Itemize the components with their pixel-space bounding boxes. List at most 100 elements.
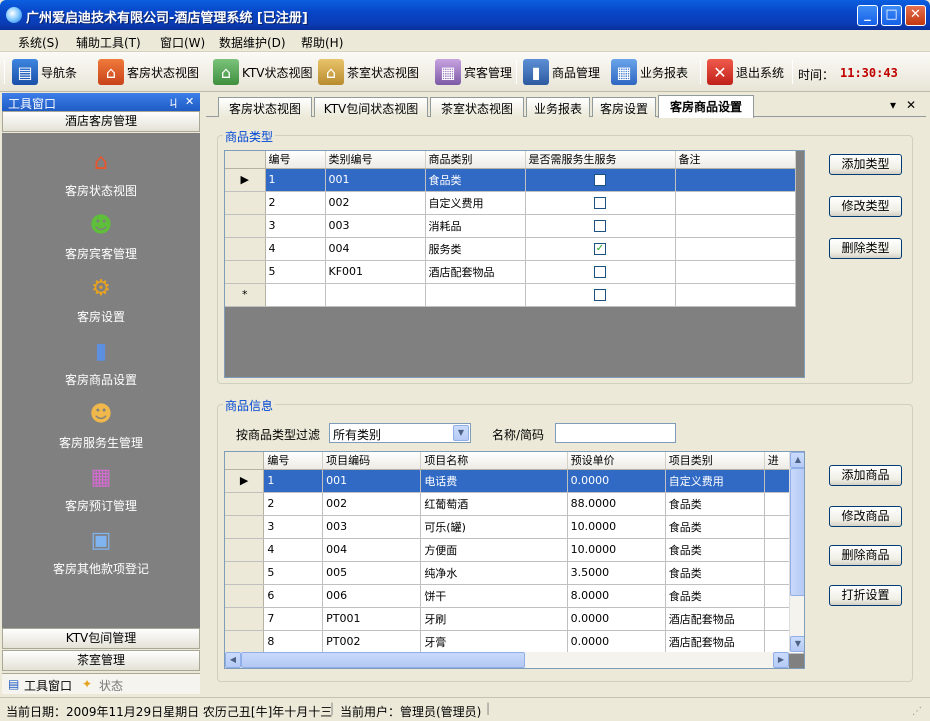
row-header[interactable] [225, 584, 265, 608]
row-header[interactable] [225, 561, 265, 585]
cell-item-name[interactable]: 饼干 [420, 584, 568, 608]
cell-default-price[interactable]: 10.0000 [567, 538, 666, 562]
horizontal-scroll-thumb[interactable] [241, 652, 525, 668]
tab-list-dropdown[interactable]: ▾ [890, 98, 896, 112]
cell-item-code[interactable]: 006 [322, 584, 422, 608]
cell-item-category[interactable]: 酒店配套物品 [665, 630, 765, 654]
cell-id[interactable]: 2 [263, 492, 324, 516]
cell-category-code[interactable]: 004 [325, 237, 426, 261]
section-tearoom[interactable]: 茶室管理 [2, 650, 200, 671]
cell-needs-service[interactable]: ✓ [525, 237, 676, 261]
cell-needs-service[interactable] [525, 168, 676, 192]
guest-management-button[interactable]: ▦ 宾客管理 [435, 58, 512, 86]
row-header[interactable] [225, 607, 265, 631]
cell-needs-service[interactable] [525, 191, 676, 215]
col-note[interactable]: 备注 [675, 151, 796, 169]
goods-row[interactable]: ▶ 1 001 电话费 0.0000 自定义费用 [225, 469, 804, 493]
cell-id[interactable]: 4 [265, 237, 326, 261]
edit-goods-button[interactable]: 修改商品 [829, 506, 902, 527]
cell-id[interactable]: 1 [263, 469, 324, 493]
cell-needs-service[interactable] [525, 260, 676, 284]
category-row[interactable]: 4 004 服务类 ✓ [225, 237, 796, 261]
col-category-name[interactable]: 商品类别 [425, 151, 526, 169]
tearoom-status-view-button[interactable]: ⌂ 茶室状态视图 [318, 58, 419, 86]
goods-row[interactable]: 3 003 可乐(罐) 10.0000 食品类 [225, 515, 804, 539]
cell-item-name[interactable]: 牙刷 [420, 607, 568, 631]
menu-tools[interactable]: 辅助工具(T) [76, 34, 141, 51]
nav-guest-management[interactable]: ☻ 客房宾客管理 [2, 208, 200, 262]
tab-room-status-view[interactable]: 客房状态视图 [218, 97, 312, 117]
cell-item-name[interactable]: 纯净水 [420, 561, 568, 585]
goods-vertical-scrollbar[interactable]: ▲ ▼ [789, 452, 804, 652]
cell-note[interactable] [675, 191, 796, 215]
cell-id[interactable]: 2 [265, 191, 326, 215]
cell-item-name[interactable]: 可乐(罐) [420, 515, 568, 539]
cell-item-code[interactable]: 003 [322, 515, 422, 539]
goods-row[interactable]: 2 002 红葡萄酒 88.0000 食品类 [225, 492, 804, 516]
tab-status[interactable]: 状态 [99, 677, 123, 694]
cell-category-name[interactable]: 酒店配套物品 [425, 260, 526, 284]
ktv-status-view-button[interactable]: ⌂ KTV状态视图 [213, 58, 312, 86]
row-header[interactable] [225, 260, 266, 284]
nav-room-settings[interactable]: ⚙ 客房设置 [2, 271, 200, 325]
cell-id[interactable]: 8 [263, 630, 324, 654]
tab-tool-window[interactable]: 工具窗口 [24, 677, 72, 694]
cell-note[interactable] [675, 214, 796, 238]
cell-note[interactable] [675, 283, 796, 307]
service-checkbox[interactable] [594, 289, 606, 301]
business-report-button[interactable]: ▦ 业务报表 [611, 58, 688, 86]
cell-category-code[interactable]: 001 [325, 168, 426, 192]
cell-item-category[interactable]: 酒店配套物品 [665, 607, 765, 631]
cell-item-category[interactable]: 食品类 [665, 538, 765, 562]
nav-room-goods-settings[interactable]: ▮ 客房商品设置 [2, 334, 200, 388]
cell-default-price[interactable]: 3.5000 [567, 561, 666, 585]
tab-business-report[interactable]: 业务报表 [526, 97, 590, 117]
cell-item-name[interactable]: 方便面 [420, 538, 568, 562]
cell-default-price[interactable]: 88.0000 [567, 492, 666, 516]
cell-category-name[interactable]: 消耗品 [425, 214, 526, 238]
close-button[interactable]: ✕ [905, 5, 926, 26]
tab-tearoom-status-view[interactable]: 茶室状态视图 [430, 97, 524, 117]
maximize-button[interactable]: □ [881, 5, 902, 26]
scroll-up-icon[interactable]: ▲ [790, 452, 804, 468]
nav-room-status-view[interactable]: ⌂ 客房状态视图 [2, 145, 200, 199]
category-row[interactable]: 5 KF001 酒店配套物品 [225, 260, 796, 284]
row-header[interactable] [225, 237, 266, 261]
goods-management-button[interactable]: ▮ 商品管理 [523, 58, 600, 86]
menu-data-maintenance[interactable]: 数据维护(D) [219, 34, 286, 51]
cell-category-name[interactable] [425, 283, 526, 307]
row-header[interactable] [225, 515, 265, 539]
cell-category-code[interactable]: KF001 [325, 260, 426, 284]
delete-goods-button[interactable]: 删除商品 [829, 545, 902, 566]
cell-item-name[interactable]: 电话费 [420, 469, 568, 493]
add-category-button[interactable]: 添加类型 [829, 154, 902, 175]
cell-item-name[interactable]: 牙膏 [420, 630, 568, 654]
menu-help[interactable]: 帮助(H) [301, 34, 343, 51]
cell-id[interactable]: 7 [263, 607, 324, 631]
row-header[interactable] [225, 214, 266, 238]
cell-id[interactable]: 3 [263, 515, 324, 539]
resize-grip-icon[interactable]: ⋰ [912, 706, 922, 717]
tab-close-icon[interactable]: ✕ [906, 98, 916, 112]
service-checkbox[interactable] [594, 220, 606, 232]
discount-settings-button[interactable]: 打折设置 [829, 585, 902, 606]
goods-row[interactable]: 5 005 纯净水 3.5000 食品类 [225, 561, 804, 585]
cell-id[interactable]: 5 [265, 260, 326, 284]
cell-id[interactable]: 4 [263, 538, 324, 562]
cell-needs-service[interactable] [525, 283, 676, 307]
cell-item-code[interactable]: 001 [322, 469, 422, 493]
service-checkbox[interactable]: ✓ [594, 243, 606, 255]
cell-id[interactable]: 3 [265, 214, 326, 238]
row-header[interactable]: ▶ [225, 168, 266, 192]
cell-id[interactable]: 1 [265, 168, 326, 192]
cell-note[interactable] [675, 168, 796, 192]
name-search-input[interactable] [555, 423, 676, 443]
delete-category-button[interactable]: 删除类型 [829, 238, 902, 259]
menu-window[interactable]: 窗口(W) [160, 34, 205, 51]
cell-id[interactable]: 5 [263, 561, 324, 585]
cell-item-code[interactable]: PT001 [322, 607, 422, 631]
cell-category-code[interactable] [325, 283, 426, 307]
cell-category-name[interactable]: 服务类 [425, 237, 526, 261]
category-row[interactable]: ▶ 1 001 食品类 [225, 168, 796, 192]
service-checkbox[interactable] [594, 266, 606, 278]
